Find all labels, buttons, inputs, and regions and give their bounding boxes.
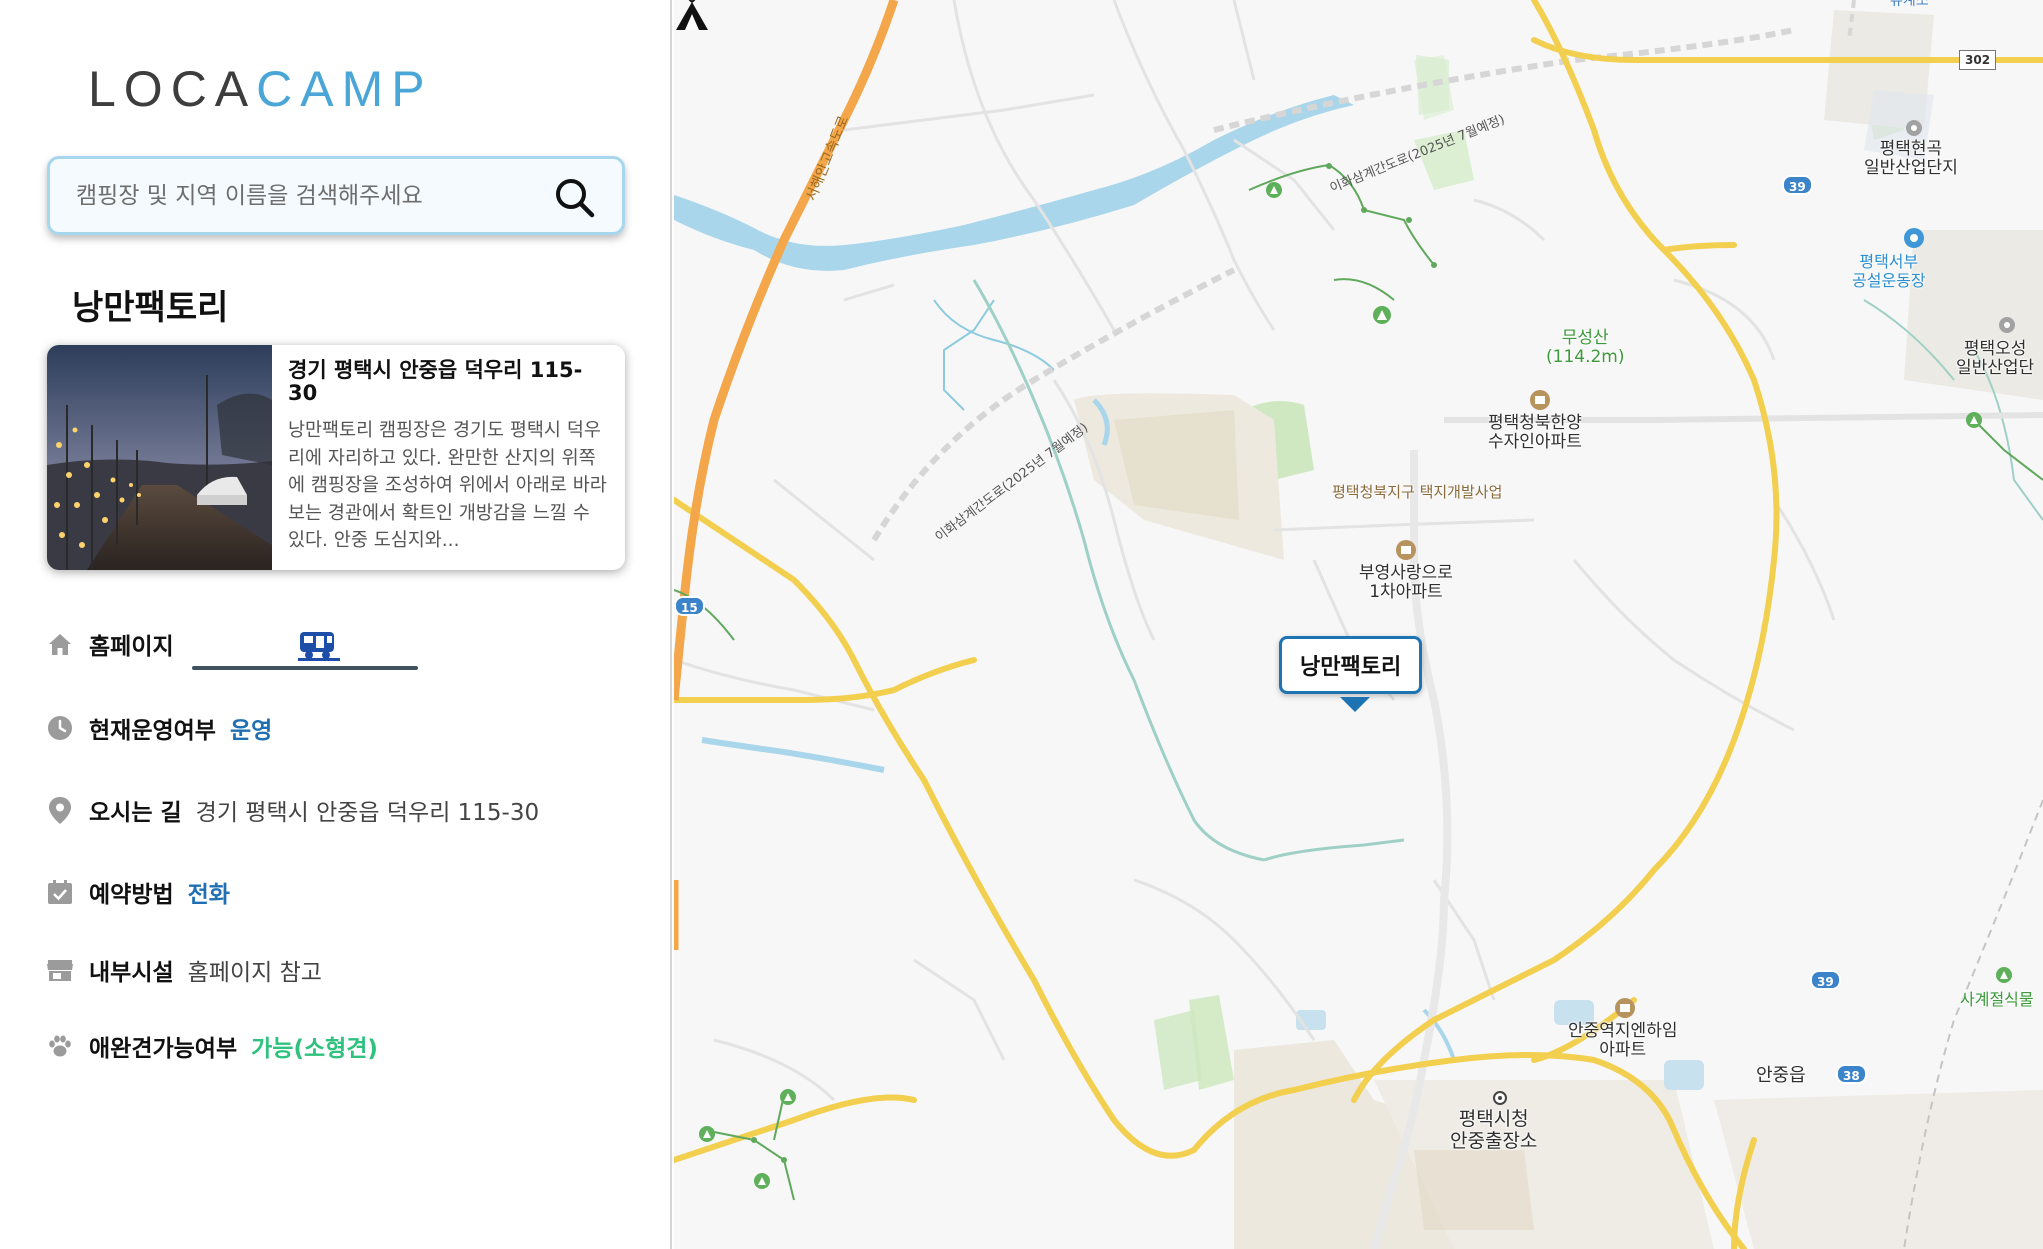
- map-label-sagye: 사계절식물: [1960, 990, 2034, 1009]
- pet-value: 가능(소형견): [251, 1036, 378, 1062]
- reservation-value: 전화: [187, 882, 230, 908]
- info-row-pet: 애완견가능여부 가능(소형견): [45, 1026, 378, 1066]
- map-label-anjung-station: 안중역지엔하임 아파트: [1568, 1021, 1678, 1060]
- paw-icon: [45, 1031, 75, 1061]
- map-view[interactable]: 302 39 15 39 38 유계소 평택현곡 일반산업단지 평택서부 공설운…: [674, 0, 2043, 1249]
- info-row-directions: 오시는 길 경기 평택시 안중읍 덕우리 115-30: [45, 790, 539, 830]
- calendar-check-icon: [45, 877, 75, 907]
- route-shield-38: 38: [1836, 1064, 1867, 1084]
- place-photo: [47, 345, 272, 570]
- map-label-osung: 평택오성 일반산업단: [1956, 339, 2035, 378]
- map-label-buyoung: 부영사랑으로 1차아파트: [1359, 563, 1453, 602]
- map-label-cheongbuk-dev: 평택청북지구 택지개발사업: [1332, 483, 1503, 501]
- place-title: 낭만팩토리: [72, 288, 229, 328]
- map-label-anjung-eup: 안중읍: [1756, 1065, 1806, 1086]
- route-shield-39-north: 39: [1782, 175, 1813, 195]
- search-button[interactable]: [552, 175, 598, 221]
- map-label-museongsan: 무성산 (114.2m): [1546, 328, 1625, 367]
- info-row-status: 현재운영여부 운영: [45, 708, 272, 748]
- homepage-link[interactable]: [191, 624, 418, 670]
- clock-icon: [45, 713, 75, 743]
- directions-value: 경기 평택시 안중읍 덕우리 115-30: [195, 800, 540, 826]
- info-row-facilities: 내부시설 홈페이지 참고: [45, 950, 322, 990]
- status-value: 운영: [229, 718, 273, 744]
- info-row-homepage: 홈페이지: [45, 624, 418, 670]
- search-input[interactable]: [76, 177, 526, 215]
- sidebar: LOCACAMP 낭만팩토리: [0, 0, 672, 1249]
- route-shield-15: 15: [674, 596, 705, 616]
- route-shield-39-south: 39: [1810, 970, 1841, 990]
- logo-part-loca: LOCA: [88, 61, 257, 117]
- info-row-reservation: 예약방법 전화: [45, 872, 230, 912]
- reservation-label: 예약방법: [89, 882, 174, 908]
- pet-label: 애완견가능여부: [89, 1036, 238, 1062]
- home-icon: [45, 629, 75, 659]
- homepage-label: 홈페이지: [89, 634, 174, 660]
- logo-part-camp: CAMP: [256, 61, 433, 117]
- directions-label: 오시는 길: [89, 800, 182, 826]
- store-icon: [45, 955, 75, 985]
- homepage-underline: [191, 666, 418, 670]
- place-card[interactable]: 경기 평택시 안중읍 덕우리 115-30 낭만팩토리 캠핑장은 경기도 평택시…: [47, 345, 625, 570]
- map-marker-label[interactable]: 낭만팩토리: [1279, 636, 1423, 694]
- search-box: [47, 156, 625, 235]
- map-marker-pointer: [1340, 697, 1370, 712]
- map-label-seobu: 평택서부 공설운동장: [1852, 252, 1926, 290]
- facilities-value: 홈페이지 참고: [187, 960, 322, 986]
- map-label-hyeongok: 평택현곡 일반산업단지: [1864, 139, 1958, 178]
- map-label-cheongbuk-apt: 평택청북한양 수자인아파트: [1488, 413, 1582, 452]
- route-shield-302: 302: [1959, 50, 1997, 70]
- map-base: [674, 0, 2043, 1249]
- place-address: 경기 평택시 안중읍 덕우리 115-30: [288, 358, 583, 405]
- camper-van-icon: [297, 632, 340, 661]
- facilities-label: 내부시설: [89, 960, 174, 986]
- map-label-top-edge: 유계소: [1890, 0, 1929, 9]
- search-icon: [556, 179, 595, 218]
- map-label-city-hall: 평택시청 안중출장소: [1450, 1108, 1538, 1152]
- status-label: 현재운영여부: [89, 718, 216, 744]
- place-description: 낭만팩토리 캠핑장은 경기도 평택시 덕우리에 자리하고 있다. 완만한 산지의…: [288, 420, 607, 551]
- location-pin-icon: [45, 795, 75, 825]
- app-root: LOCACAMP 낭만팩토리: [0, 0, 2043, 1249]
- tent-icon[interactable]: [674, 0, 710, 32]
- logo[interactable]: LOCACAMP: [88, 64, 433, 114]
